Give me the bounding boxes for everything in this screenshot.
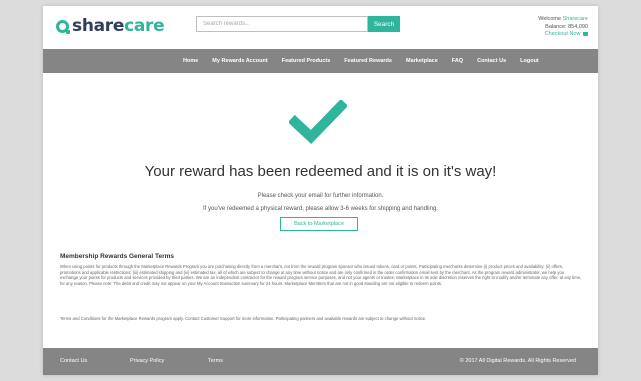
nav-item-home[interactable]: Home	[183, 58, 198, 64]
terms-heading: Membership Rewards General Terms	[60, 253, 175, 260]
nav-item-logout[interactable]: Logout	[520, 58, 539, 64]
nav-item-my-rewards-account[interactable]: My Rewards Account	[212, 58, 267, 64]
balance-line: Balance: 854,090	[538, 24, 588, 32]
balance-value: 854,090	[568, 23, 588, 30]
welcome-label: Welcome	[538, 16, 562, 22]
main-nav: Home My Rewards Account Featured Product…	[43, 49, 598, 73]
sharecare-logo[interactable]: share care	[56, 16, 165, 36]
back-to-marketplace-button[interactable]: Back to Marketplace	[280, 217, 358, 231]
terms-body: When using points for products through t…	[60, 264, 582, 286]
email-info-text: Please check your email for further info…	[257, 193, 384, 199]
confirmation-title: Your reward has been redeemed and it is …	[144, 163, 497, 180]
checkmark-icon	[289, 100, 347, 144]
welcome-user[interactable]: Sharecare	[563, 16, 588, 22]
site-footer: Contact Us Privacy Policy Terms © 2017 A…	[43, 348, 598, 375]
terms-note: Terms and Conditions for the Marketplace…	[60, 316, 427, 321]
checkout-link[interactable]: Checkout Now	[538, 31, 588, 39]
welcome-line: Welcome Sharecare	[538, 16, 588, 24]
nav-item-contact-us[interactable]: Contact Us	[477, 58, 506, 64]
logo-mark-icon	[56, 19, 70, 34]
copyright-text: © 2017 All Digital Rewards. All Rights R…	[459, 358, 576, 364]
logo-text-care: care	[124, 16, 165, 36]
footer-link-contact-us[interactable]: Contact Us	[60, 358, 87, 364]
balance-label: Balance:	[545, 23, 567, 30]
nav-item-faq[interactable]: FAQ	[452, 58, 463, 64]
checkout-label[interactable]: Checkout Now	[545, 31, 581, 37]
cart-icon[interactable]	[583, 31, 588, 36]
footer-link-privacy-policy[interactable]: Privacy Policy	[130, 358, 164, 364]
nav-item-featured-rewards[interactable]: Featured Rewards	[344, 58, 392, 64]
browser-page: sharecare Search Welcome Sharecare Balan…	[43, 6, 598, 375]
nav-item-marketplace[interactable]: Marketplace	[406, 58, 438, 64]
logo-text-share: share	[72, 16, 125, 36]
search-button[interactable]: Search	[368, 16, 400, 32]
search-input[interactable]	[196, 16, 368, 32]
shipping-info-text: If you've redeemed a physical reward, pl…	[203, 206, 438, 212]
account-summary: Welcome Sharecare Balance: 854,090 Check…	[538, 16, 588, 39]
footer-link-terms[interactable]: Terms	[208, 358, 223, 364]
site-header: sharecare Search Welcome Sharecare Balan…	[43, 6, 598, 48]
nav-item-featured-products[interactable]: Featured Products	[282, 58, 331, 64]
